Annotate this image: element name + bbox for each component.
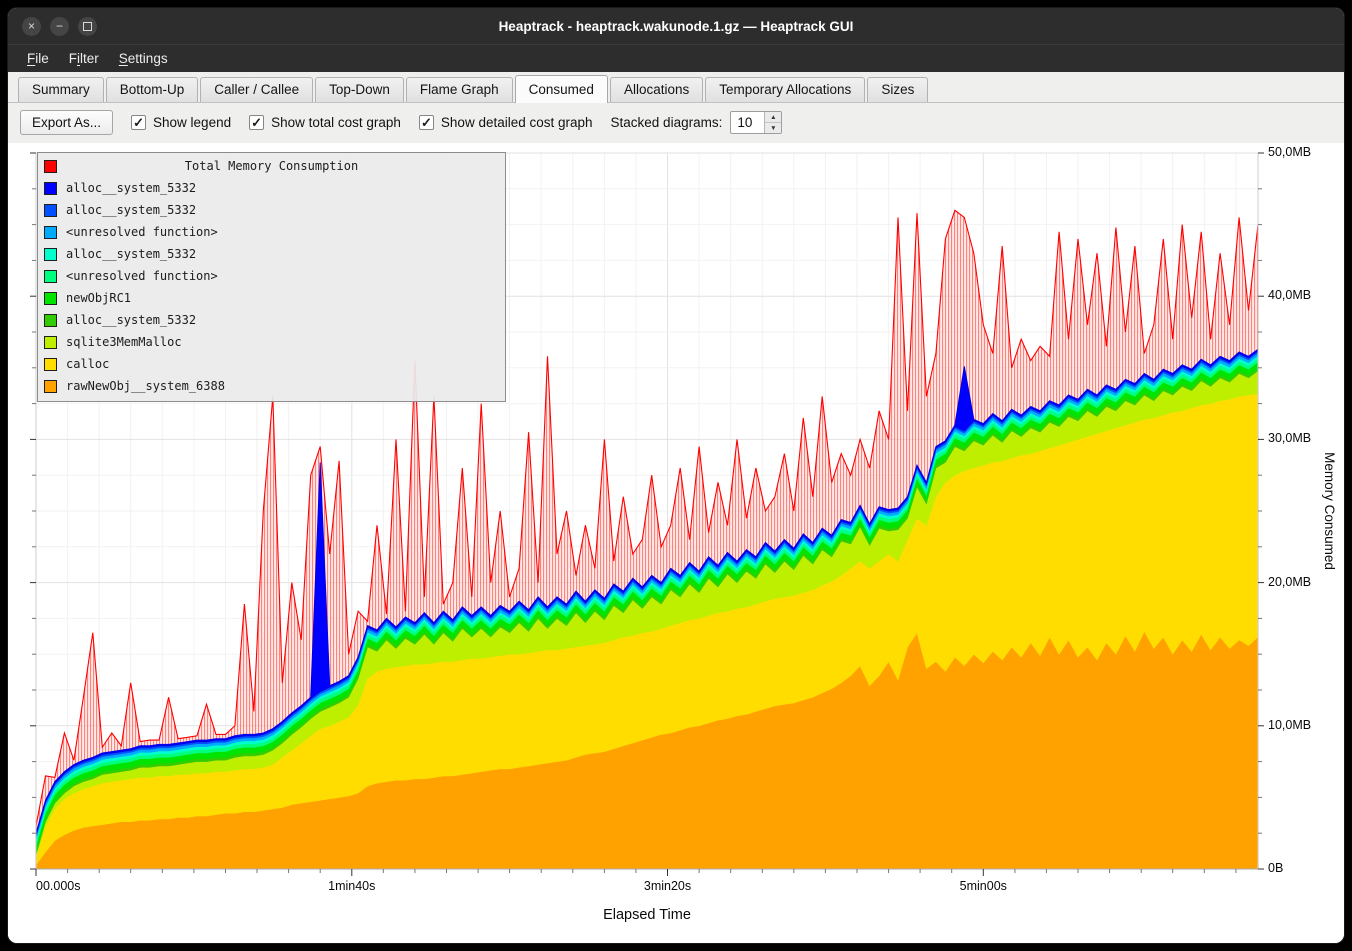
export-as-button[interactable]: Export As...	[20, 110, 113, 135]
legend-item: alloc__system_5332	[38, 309, 505, 331]
y-axis-tick-label: 0B	[1268, 861, 1283, 875]
legend-color-swatch	[44, 160, 57, 173]
legend-title: Total Memory Consumption	[185, 159, 358, 173]
legend-item: rawNewObj__system_6388	[38, 375, 505, 397]
legend-item-label: <unresolved function>	[66, 269, 218, 283]
menu-item-file[interactable]: File	[18, 47, 58, 70]
close-button[interactable]: ×	[22, 17, 41, 36]
y-axis-tick-label: 30,0MB	[1268, 431, 1311, 445]
legend-item-label: sqlite3MemMalloc	[66, 335, 182, 349]
x-axis-tick-label: 3min20s	[644, 879, 691, 893]
legend-color-swatch	[44, 292, 57, 305]
stacked-diagrams-value: 10	[731, 112, 764, 133]
checkbox-group: ✓ Show legend ✓ Show total cost graph ✓ Show …	[131, 115, 593, 130]
tab-temporary-allocations[interactable]: Temporary Allocations	[705, 77, 865, 102]
x-axis-title: Elapsed Time	[603, 907, 691, 923]
y-axis-tick-label: 50,0MB	[1268, 145, 1311, 159]
toolbar: Export As... ✓ Show legend ✓ Show total cos…	[8, 103, 1344, 143]
minimize-button[interactable]: −	[50, 17, 69, 36]
checkbox-label: Show total cost graph	[271, 115, 401, 130]
tab-consumed[interactable]: Consumed	[515, 75, 608, 103]
titlebar[interactable]: ×− Heaptrack - heaptrack.wakunode.1.gz —…	[8, 8, 1344, 44]
legend-color-swatch	[44, 380, 57, 393]
x-axis-tick-label: 5min00s	[960, 879, 1007, 893]
stacked-diagrams-spinbox[interactable]: 10 ▲ ▼	[730, 111, 782, 134]
checkbox-check-icon[interactable]: ✓	[131, 115, 146, 130]
spinbox-down-icon[interactable]: ▼	[765, 123, 781, 133]
legend-item: alloc__system_5332	[38, 177, 505, 199]
tab-summary[interactable]: Summary	[18, 77, 104, 102]
maximize-button[interactable]	[78, 17, 97, 36]
legend-item-label: alloc__system_5332	[66, 313, 196, 327]
x-axis-tick-label: 00.000s	[36, 879, 80, 893]
checkbox-check-icon[interactable]: ✓	[249, 115, 264, 130]
checkbox-label: Show detailed cost graph	[441, 115, 593, 130]
legend-color-swatch	[44, 204, 57, 217]
checkbox-check-icon[interactable]: ✓	[419, 115, 434, 130]
stacked-diagrams-label: Stacked diagrams:	[611, 115, 723, 130]
window-title: Heaptrack - heaptrack.wakunode.1.gz — He…	[8, 19, 1344, 34]
chart-area: Total Memory Consumption alloc__system_53…	[8, 143, 1344, 943]
legend-item: alloc__system_5332	[38, 199, 505, 221]
tab-bottom-up[interactable]: Bottom-Up	[106, 77, 199, 102]
legend-color-swatch	[44, 226, 57, 239]
maximize-icon	[83, 22, 92, 31]
window-controls: ×−	[22, 8, 97, 44]
legend-item: <unresolved function>	[38, 265, 505, 287]
tab-sizes[interactable]: Sizes	[867, 77, 928, 102]
checkbox-show-detailed-cost-graph[interactable]: ✓ Show detailed cost graph	[419, 115, 593, 130]
legend-item: newObjRC1	[38, 287, 505, 309]
legend-color-swatch	[44, 314, 57, 327]
legend-color-swatch	[44, 248, 57, 261]
menubar: FileFilterSettings	[8, 44, 1344, 72]
legend-color-swatch	[44, 182, 57, 195]
legend-item-label: <unresolved function>	[66, 225, 218, 239]
legend-item-label: alloc__system_5332	[66, 181, 196, 195]
legend-title-row: Total Memory Consumption	[38, 155, 505, 177]
legend-item-label: rawNewObj__system_6388	[66, 379, 225, 393]
y-axis-tick-label: 40,0MB	[1268, 288, 1311, 302]
tab-flame-graph[interactable]: Flame Graph	[406, 77, 513, 102]
legend-item: sqlite3MemMalloc	[38, 331, 505, 353]
chart-legend: Total Memory Consumption alloc__system_53…	[37, 152, 506, 402]
legend-item: calloc	[38, 353, 505, 375]
y-axis-tick-label: 10,0MB	[1268, 718, 1311, 732]
y-axis-tick-label: 20,0MB	[1268, 575, 1311, 589]
legend-item-label: alloc__system_5332	[66, 247, 196, 261]
x-axis-tick-label: 1min40s	[328, 879, 375, 893]
tab-top-down[interactable]: Top-Down	[315, 77, 404, 102]
checkbox-show-total-cost-graph[interactable]: ✓ Show total cost graph	[249, 115, 401, 130]
legend-item: alloc__system_5332	[38, 243, 505, 265]
checkbox-label: Show legend	[153, 115, 231, 130]
legend-item: <unresolved function>	[38, 221, 505, 243]
tab-allocations[interactable]: Allocations	[610, 77, 703, 102]
legend-item-label: alloc__system_5332	[66, 203, 196, 217]
stacked-diagrams-group: Stacked diagrams: 10 ▲ ▼	[611, 111, 783, 134]
y-axis-title: Memory Consumed	[1322, 452, 1337, 570]
tab-bar: SummaryBottom-UpCaller / CalleeTop-DownF…	[8, 72, 1344, 103]
spinbox-up-icon[interactable]: ▲	[765, 112, 781, 123]
legend-item-label: calloc	[66, 357, 109, 371]
checkbox-show-legend[interactable]: ✓ Show legend	[131, 115, 231, 130]
tab-caller-callee[interactable]: Caller / Callee	[200, 77, 313, 102]
heaptrack-window: ×− Heaptrack - heaptrack.wakunode.1.gz —…	[8, 8, 1344, 943]
menu-item-filter[interactable]: Filter	[60, 47, 108, 70]
menu-item-settings[interactable]: Settings	[110, 47, 177, 70]
legend-color-swatch	[44, 270, 57, 283]
legend-item-label: newObjRC1	[66, 291, 131, 305]
legend-color-swatch	[44, 358, 57, 371]
legend-color-swatch	[44, 336, 57, 349]
